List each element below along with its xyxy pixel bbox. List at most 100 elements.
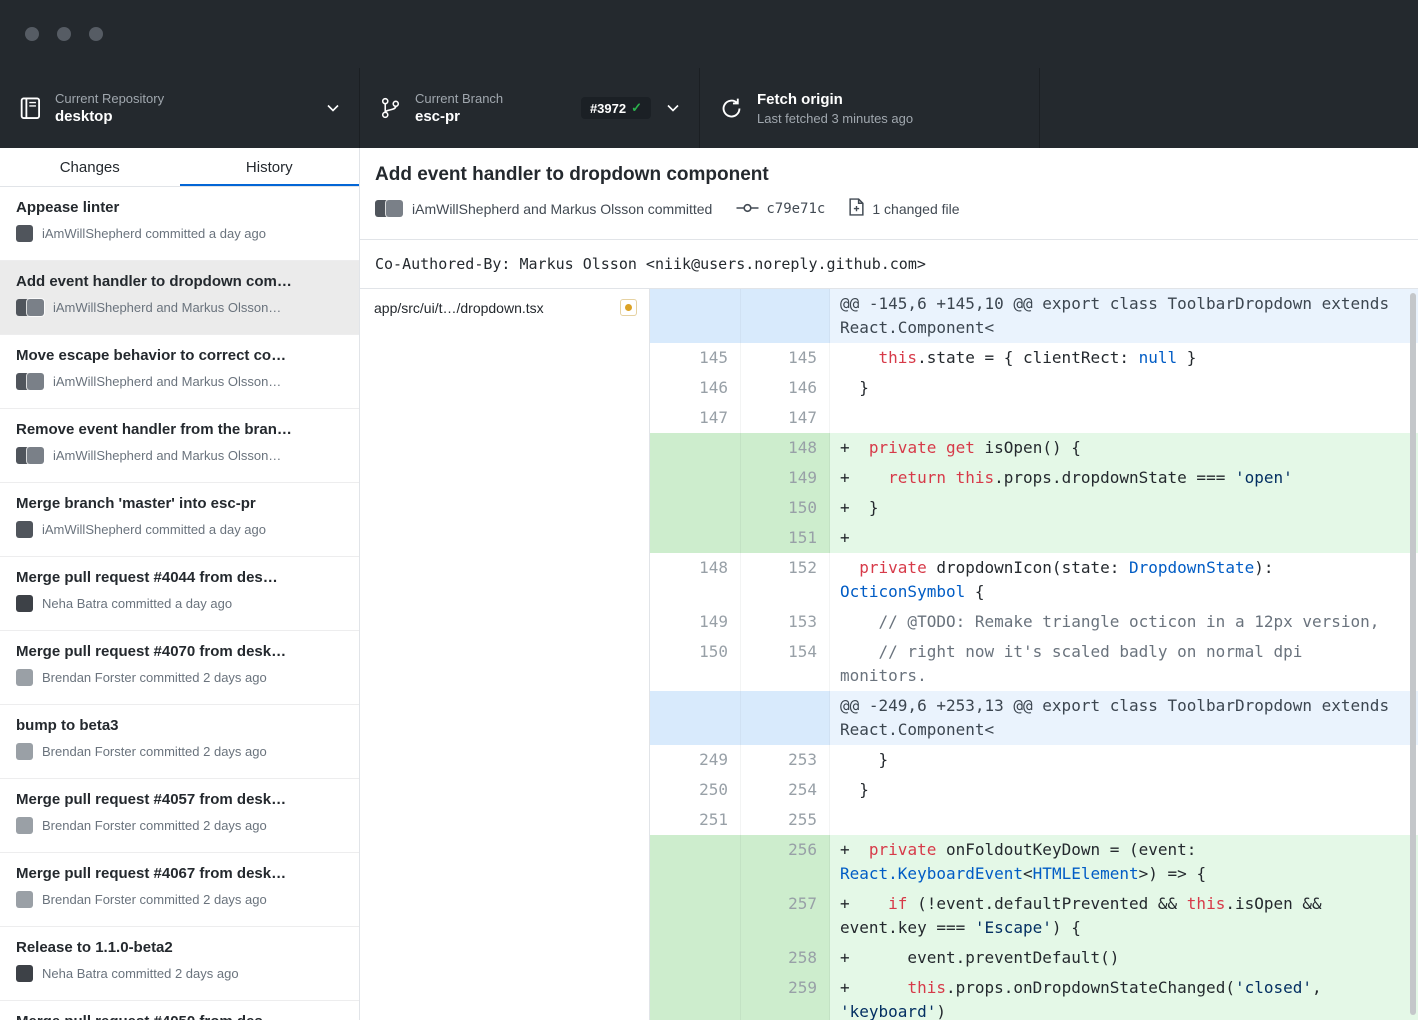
commit-title: bump to beta3	[16, 716, 343, 736]
avatar-group	[16, 595, 33, 612]
branch-switcher-button[interactable]: Current Branch esc-pr #3972 ✓	[360, 68, 700, 148]
avatar-group	[16, 669, 33, 686]
diff-row-add: 150+ }	[650, 493, 1418, 523]
commit-meta-row: iAmWillShepherd committed a day ago	[16, 225, 343, 242]
commit-meta-text: Neha Batra committed 2 days ago	[42, 966, 239, 981]
diff-view[interactable]: @@ -145,6 +145,10 @@ export class Toolba…	[650, 289, 1418, 1020]
new-line-number: 150	[741, 493, 830, 523]
scrollbar-thumb[interactable]	[1410, 293, 1416, 1015]
fetch-origin-button[interactable]: Fetch origin Last fetched 3 minutes ago	[700, 68, 1040, 148]
branch-switcher-label: Current Branch	[415, 90, 503, 107]
avatar-group	[16, 817, 33, 834]
diff-row-ctx: 145145 this.state = { clientRect: null }	[650, 343, 1418, 373]
diff-line-content: + this.props.onDropdownStateChanged('clo…	[830, 973, 1418, 1020]
commit-list-item[interactable]: Merge pull request #4057 from desk… Brend…	[0, 779, 359, 853]
sync-icon	[720, 97, 743, 120]
commit-list-item[interactable]: Merge pull request #4070 from desk… Brend…	[0, 631, 359, 705]
new-line-number: 145	[741, 343, 830, 373]
diff-row-ctx: 146146 }	[650, 373, 1418, 403]
new-line-number: 148	[741, 433, 830, 463]
avatar-group	[16, 447, 44, 464]
new-line-number: 152	[741, 553, 830, 607]
old-line-number: 146	[650, 373, 741, 403]
commit-list-item[interactable]: bump to beta3Brendan Forster committed 2…	[0, 705, 359, 779]
commit-meta-row: Neha Batra committed a day ago	[16, 595, 343, 612]
new-line-number: 149	[741, 463, 830, 493]
commit-list-item[interactable]: Appease linteriAmWillShepherd committed …	[0, 187, 359, 261]
sidebar-tabs: Changes History	[0, 148, 359, 187]
new-line-number: 257	[741, 889, 830, 943]
commit-meta-row: Brendan Forster committed 2 days ago	[16, 669, 343, 686]
git-branch-icon	[380, 96, 401, 120]
commit-title: Move escape behavior to correct co…	[16, 346, 343, 366]
diff-line-content: // @TODO: Remake triangle octicon in a 1…	[830, 607, 1418, 637]
avatar	[16, 669, 33, 686]
commit-meta-text: Brendan Forster committed 2 days ago	[42, 892, 267, 907]
commit-list[interactable]: Appease linteriAmWillShepherd committed …	[0, 187, 359, 1020]
diff-row-add: 259+ this.props.onDropdownStateChanged('…	[650, 973, 1418, 1020]
commit-title: Merge pull request #4057 from desk…	[16, 790, 343, 810]
commit-title: Release to 1.1.0-beta2	[16, 938, 343, 958]
commit-list-item[interactable]: Release to 1.1.0-beta2 Neha Batra committ…	[0, 927, 359, 1001]
traffic-light-zoom-button[interactable]	[89, 27, 103, 41]
diff-row-add: 151+	[650, 523, 1418, 553]
diff-row-ctx: 249253 }	[650, 745, 1418, 775]
file-list-item[interactable]: app/src/ui/t…/dropdown.tsx	[360, 289, 649, 326]
commit-list-item[interactable]: Merge pull request #4067 from desk…Brend…	[0, 853, 359, 927]
pr-number: #3972	[590, 101, 626, 116]
commit-hash: c79e71c	[766, 201, 825, 217]
diff-row-ctx: 251255	[650, 805, 1418, 835]
traffic-light-close-button[interactable]	[25, 27, 39, 41]
old-line-number: 148	[650, 553, 741, 607]
avatar-group	[16, 743, 33, 760]
avatar-group	[16, 299, 44, 316]
avatar	[16, 521, 33, 538]
commit-meta-row: Brendan Forster committed 2 days ago	[16, 817, 343, 834]
traffic-light-minimize-button[interactable]	[57, 27, 71, 41]
avatar	[16, 817, 33, 834]
new-line-number: 151	[741, 523, 830, 553]
repository-name: desktop	[55, 107, 164, 127]
commit-list-item[interactable]: Merge pull request #4044 from des… Neha B…	[0, 557, 359, 631]
github-desktop-window: Current Repository desktop Current Branc…	[0, 0, 1418, 1020]
old-line-number: 251	[650, 805, 741, 835]
commit-list-item[interactable]: Remove event handler from the bran…iAmWi…	[0, 409, 359, 483]
diff-line-content: this.state = { clientRect: null }	[830, 343, 1418, 373]
avatar	[386, 200, 403, 217]
old-line-number	[650, 835, 741, 889]
diff-row-hunk: @@ -145,6 +145,10 @@ export class Toolba…	[650, 289, 1418, 343]
toolbar-spacer	[1040, 68, 1418, 148]
avatar-group	[16, 891, 33, 908]
commit-list-item[interactable]: Add event handler to dropdown com… iAmWil…	[0, 261, 359, 335]
diff-line-content: private dropdownIcon(state: DropdownStat…	[830, 553, 1418, 607]
diff-row-add: 256+ private onFoldoutKeyDown = (event: …	[650, 835, 1418, 889]
commit-list-item[interactable]: Merge pull request #4050 from des…Brenda…	[0, 1001, 359, 1020]
commit-meta-text: iAmWillShepherd and Markus Olsson…	[53, 374, 281, 389]
file-diff-icon	[849, 198, 864, 219]
commit-title: Merge pull request #4070 from desk…	[16, 642, 343, 662]
diff-row-ctx: 250254 }	[650, 775, 1418, 805]
diff-row-hunk: @@ -249,6 +253,13 @@ export class Toolba…	[650, 691, 1418, 745]
commit-list-item[interactable]: Move escape behavior to correct co… iAmWi…	[0, 335, 359, 409]
diff-line-content: }	[830, 373, 1418, 403]
avatar	[27, 373, 44, 390]
new-line-number: 153	[741, 607, 830, 637]
tab-changes[interactable]: Changes	[0, 148, 180, 186]
commit-meta-text: iAmWillShepherd and Markus Olsson…	[53, 300, 281, 315]
commit-meta-row: Brendan Forster committed 2 days ago	[16, 891, 343, 908]
old-line-number	[650, 943, 741, 973]
commit-title: Add event handler to dropdown com…	[16, 272, 343, 292]
tab-history[interactable]: History	[180, 148, 360, 186]
new-line-number: 259	[741, 973, 830, 1020]
commit-title: Merge pull request #4044 from des…	[16, 568, 343, 588]
old-line-number: 145	[650, 343, 741, 373]
new-line-number: 255	[741, 805, 830, 835]
commit-meta-row: iAmWillShepherd and Markus Olsson…	[16, 447, 343, 464]
pr-number-badge: #3972 ✓	[581, 97, 651, 119]
commit-meta-text: iAmWillShepherd committed a day ago	[42, 226, 266, 241]
old-line-number: 147	[650, 403, 741, 433]
file-list: app/src/ui/t…/dropdown.tsx	[360, 289, 650, 1020]
diff-line-content	[830, 403, 1418, 433]
commit-list-item[interactable]: Merge branch 'master' into esc-priAmWill…	[0, 483, 359, 557]
repository-switcher-button[interactable]: Current Repository desktop	[0, 68, 360, 148]
